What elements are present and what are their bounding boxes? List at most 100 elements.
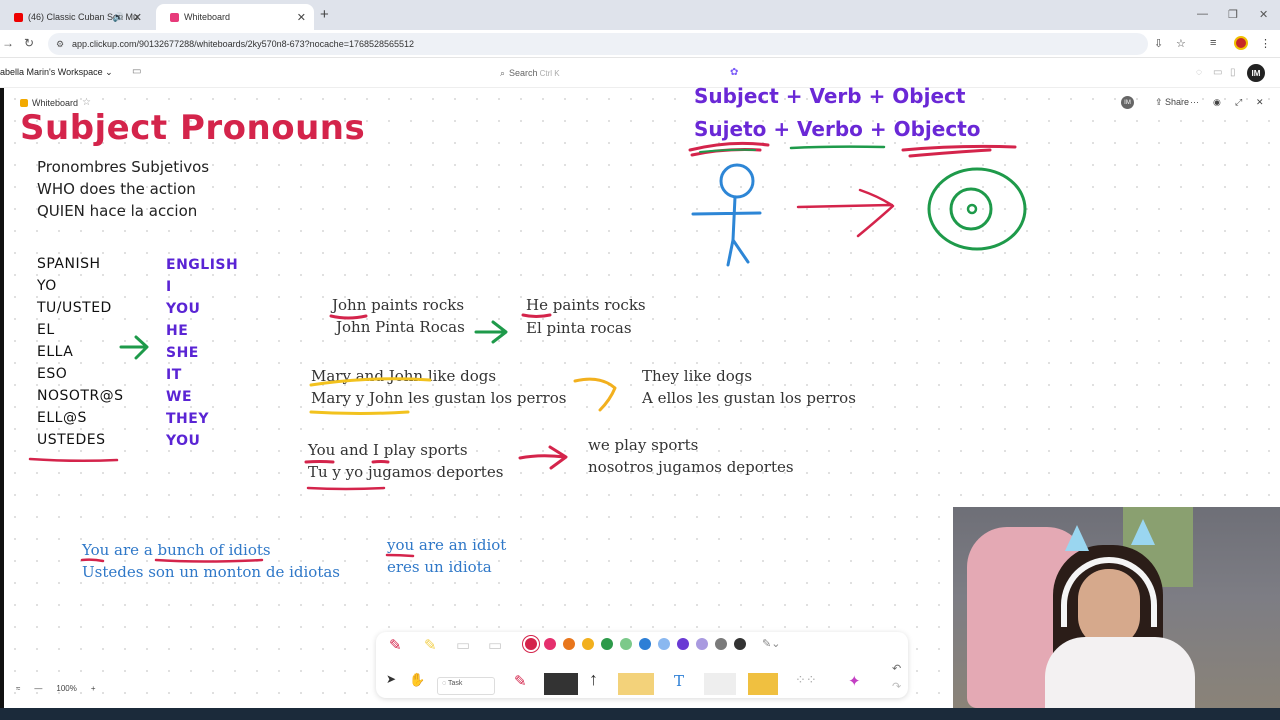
- color-swatch-red[interactable]: [525, 638, 537, 650]
- text-tool-icon[interactable]: T: [674, 672, 684, 690]
- english-pronoun: HE: [166, 323, 189, 339]
- calendar-icon[interactable]: ▭: [132, 66, 141, 77]
- zoom-level[interactable]: 100%: [56, 684, 76, 693]
- new-tab-button[interactable]: +: [320, 6, 329, 23]
- task-tool[interactable]: ◌ Task: [437, 677, 495, 695]
- color-swatch-light-blue[interactable]: [658, 638, 670, 650]
- webcam-overlay: [953, 507, 1280, 708]
- reading-list-icon[interactable]: ≡: [1210, 37, 1216, 49]
- reload-icon[interactable]: ↻: [24, 36, 34, 50]
- color-swatch-pink[interactable]: [544, 638, 556, 650]
- ai-icon[interactable]: ✿: [730, 67, 738, 78]
- color-swatch-green[interactable]: [601, 638, 613, 650]
- shape-eraser-icon[interactable]: ▭: [488, 636, 502, 654]
- connector-arrow-icon[interactable]: ↑: [589, 669, 598, 690]
- collapse-icon[interactable]: ≈: [16, 684, 20, 693]
- color-swatch-gray[interactable]: [715, 638, 727, 650]
- highlighter-tool-icon[interactable]: ✎: [424, 636, 437, 654]
- subtitle-3: QUIEN hace la accion: [37, 202, 198, 220]
- tab-youtube[interactable]: (46) Classic Cuban Son Mu 🔊 ✕: [0, 4, 150, 30]
- speaker-icon[interactable]: 🔊: [113, 12, 124, 23]
- example2-english: Mary and John like dogs: [311, 367, 497, 385]
- example1-spanish: John Pinta Rocas: [336, 318, 465, 336]
- close-board-icon[interactable]: ✕: [1256, 97, 1264, 108]
- youtube-icon: [14, 12, 23, 22]
- whiteboard-icon: [20, 98, 28, 107]
- example4-spanish: Ustedes son un monton de idiotas: [82, 563, 340, 581]
- site-info-icon[interactable]: ⚙: [56, 39, 64, 50]
- clickup-topbar: abella Marin's Workspace ⌄ ▭ ⌕ Search Ct…: [0, 58, 1280, 88]
- example2-pronoun-spanish: A ellos les gustan los perros: [642, 389, 856, 407]
- zoom-out-button[interactable]: —: [34, 684, 42, 693]
- user-avatar[interactable]: IM: [1247, 64, 1265, 82]
- record-icon[interactable]: ◉: [1213, 97, 1221, 108]
- color-swatch-yellow[interactable]: [582, 638, 594, 650]
- spanish-pronoun: USTEDES: [37, 432, 106, 448]
- favorite-star-icon[interactable]: ☆: [82, 97, 91, 108]
- color-swatch-lavender[interactable]: [696, 638, 708, 650]
- redo-icon[interactable]: ↷: [892, 680, 901, 693]
- card-tool-icon[interactable]: [704, 673, 736, 695]
- expand-icon[interactable]: ⤢: [1235, 97, 1242, 108]
- english-pronoun: WE: [166, 389, 193, 405]
- subtitle-1: Pronombres Subjetivos: [37, 158, 210, 176]
- example1-english: John paints rocks: [332, 296, 465, 314]
- spanish-pronoun: ELLA: [37, 344, 74, 360]
- tab-whiteboard[interactable]: Whiteboard ✕: [156, 4, 314, 30]
- check-icon[interactable]: ◌: [1196, 67, 1202, 78]
- minimize-icon[interactable]: —: [1197, 8, 1208, 20]
- pen-settings-icon[interactable]: ✎⌄: [762, 637, 780, 650]
- window-close-icon[interactable]: ✕: [1259, 8, 1268, 21]
- tab-label: Whiteboard: [184, 12, 231, 22]
- install-icon[interactable]: ⇩: [1154, 37, 1163, 50]
- example4-pronoun-spanish: eres un idiota: [387, 558, 492, 576]
- mindmap-icon[interactable]: ⁘⁘: [795, 672, 817, 688]
- eraser-tool-icon[interactable]: ▭: [456, 636, 470, 654]
- forward-icon[interactable]: →: [2, 36, 14, 50]
- apps-icon[interactable]: ✦: [848, 672, 861, 690]
- image-tool-icon[interactable]: [748, 673, 778, 695]
- streamer-shirt: [1045, 637, 1195, 708]
- hand-tool-icon[interactable]: ✋: [409, 672, 425, 688]
- bookmark-star-icon[interactable]: ☆: [1176, 37, 1186, 50]
- zoom-controls: ≈ — 100% +: [16, 680, 106, 696]
- zoom-in-button[interactable]: +: [91, 684, 96, 693]
- color-swatch-light-green[interactable]: [620, 638, 632, 650]
- workspace-switcher[interactable]: abella Marin's Workspace ⌄: [0, 67, 113, 78]
- english-pronoun: IT: [166, 367, 182, 383]
- more-icon[interactable]: ···: [1190, 97, 1199, 107]
- url-field[interactable]: ⚙ app.clickup.com/90132677288/whiteboard…: [48, 33, 1148, 55]
- pen-tool-icon[interactable]: ✎: [514, 672, 527, 690]
- color-swatch-blue[interactable]: [639, 638, 651, 650]
- restore-icon[interactable]: ❐: [1228, 8, 1238, 21]
- search-bar[interactable]: ⌕ Search Ctrl K: [500, 63, 740, 83]
- close-tab-icon[interactable]: ✕: [297, 11, 306, 24]
- color-swatch-purple[interactable]: [677, 638, 689, 650]
- task-label: Task: [447, 680, 463, 687]
- example2-pronoun-english: They like dogs: [642, 367, 753, 385]
- sticky-note-icon[interactable]: [618, 673, 654, 695]
- undo-icon[interactable]: ↶: [892, 662, 901, 675]
- example3-pronoun-english: we play sports: [588, 436, 699, 454]
- whiteboard-breadcrumb[interactable]: Whiteboard ☆: [20, 97, 91, 108]
- close-tab-icon[interactable]: ✕: [133, 11, 142, 24]
- english-pronoun: YOU: [166, 301, 201, 317]
- page-title: Subject Pronouns: [20, 108, 366, 148]
- spanish-pronoun: EL: [37, 322, 55, 338]
- video-icon[interactable]: ▭: [1213, 67, 1222, 78]
- color-swatch-black[interactable]: [734, 638, 746, 650]
- english-pronoun: I: [166, 279, 172, 295]
- select-cursor-icon[interactable]: ➤: [386, 672, 396, 686]
- example4-pronoun-english: you are an idiot: [387, 536, 507, 554]
- spanish-pronoun: ESO: [37, 366, 68, 382]
- cat-ear-right: [1131, 519, 1155, 545]
- profile-avatar[interactable]: [1234, 36, 1248, 50]
- marker-tool-icon[interactable]: ✎: [389, 636, 402, 654]
- search-label: Search: [509, 68, 538, 78]
- doc-icon[interactable]: ▯: [1230, 67, 1236, 78]
- menu-kebab-icon[interactable]: ⋮: [1260, 37, 1271, 50]
- formula-english: Subject + Verb + Object: [694, 84, 966, 108]
- color-swatch-orange[interactable]: [563, 638, 575, 650]
- shape-tool-icon[interactable]: [544, 673, 578, 695]
- share-button[interactable]: ⇪ Share: [1155, 97, 1189, 108]
